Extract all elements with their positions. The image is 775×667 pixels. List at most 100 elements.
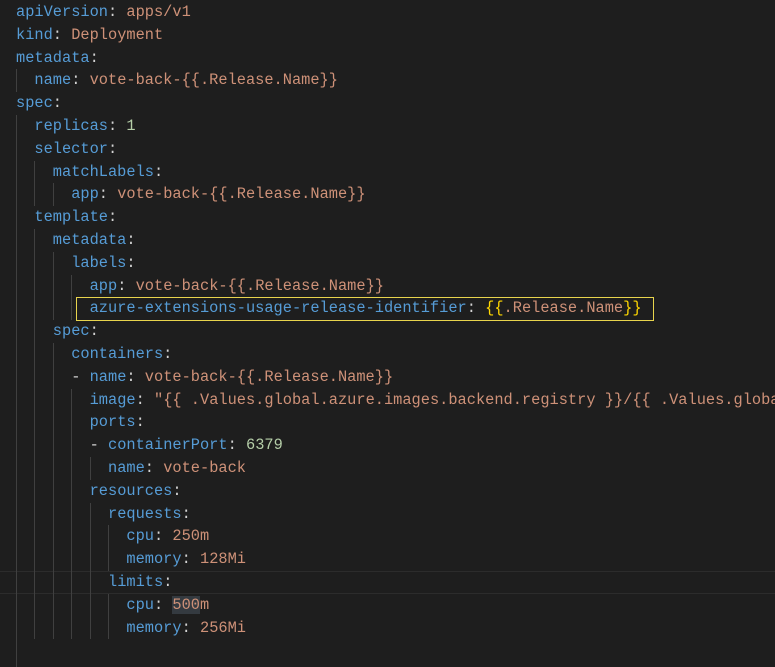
yaml-key: memory xyxy=(126,550,182,569)
indent-guide xyxy=(16,206,17,229)
colon: : xyxy=(107,139,118,158)
indent-guide xyxy=(34,479,36,503)
code-line[interactable]: cpu: 250m xyxy=(0,525,775,549)
code-line[interactable]: memory: 256Mi xyxy=(0,616,775,640)
colon: : xyxy=(181,504,191,523)
code-line[interactable]: name: vote-back-{{.Release.Name}} xyxy=(0,69,775,93)
yaml-key: spec xyxy=(52,322,90,341)
indent-guide xyxy=(34,616,36,640)
yaml-key: metadata xyxy=(16,48,90,67)
indent-guide xyxy=(16,639,17,663)
code-line[interactable]: cpu: 500m xyxy=(0,593,775,617)
yaml-key: resources xyxy=(89,481,173,500)
yaml-key: apiVersion xyxy=(16,3,108,21)
code-line[interactable]: app: vote-back-{{.Release.Name}} xyxy=(0,183,775,207)
yaml-value: "{{ .Values.global.azure.images.backend.… xyxy=(154,390,775,409)
code-line[interactable]: matchLabels: xyxy=(0,160,775,184)
colon: : xyxy=(154,595,164,614)
indent-guide xyxy=(71,388,73,412)
colon: : xyxy=(126,230,136,249)
code-line[interactable]: selector: xyxy=(0,137,775,161)
yaml-key: selector xyxy=(34,139,108,158)
code-line[interactable]: ports: xyxy=(0,411,775,435)
indent-guide xyxy=(16,365,17,389)
code-line[interactable]: resources: xyxy=(0,479,775,503)
indent-guide xyxy=(16,662,17,667)
indent-guide xyxy=(16,570,17,594)
indent-guide xyxy=(52,593,54,617)
indent-guide xyxy=(34,228,36,252)
indent-guide xyxy=(89,456,91,480)
indent-guide xyxy=(52,525,54,549)
colon: : xyxy=(163,572,173,591)
indent-guide xyxy=(34,183,36,207)
bracket-close: }} xyxy=(623,299,642,318)
yaml-key: limits xyxy=(108,572,164,591)
indent-guide xyxy=(16,183,17,207)
indent-guide xyxy=(16,342,17,366)
indent-guide xyxy=(71,616,73,640)
code-text: resources: xyxy=(90,480,182,503)
indent-guide xyxy=(89,593,91,617)
code-line[interactable]: - name: vote-back-{{.Release.Name}} xyxy=(0,365,775,389)
code-line[interactable]: metadata: xyxy=(0,228,775,252)
yaml-key: image xyxy=(89,390,136,409)
yaml-value: 250m xyxy=(172,527,210,546)
code-text: spec: xyxy=(16,92,62,115)
code-text: cpu: 500m xyxy=(126,594,209,617)
indent-guide xyxy=(52,456,54,480)
colon: : xyxy=(126,367,136,386)
colon: : xyxy=(163,344,173,363)
code-line[interactable] xyxy=(0,639,775,663)
colon: : xyxy=(89,48,99,67)
code-line[interactable]: containers: xyxy=(0,342,775,366)
indent-guide xyxy=(52,297,54,321)
code-text: ports: xyxy=(90,411,145,434)
indent-guide xyxy=(34,456,36,480)
yaml-code-editor[interactable]: apiVersion: apps/v1 kind: Deployment metad… xyxy=(0,1,775,667)
code-line[interactable]: image: "{{ .Values.global.azure.images.b… xyxy=(0,388,775,412)
code-text: app: vote-back-{{.Release.Name}} xyxy=(90,275,384,298)
indent-guide xyxy=(16,160,17,184)
indent-guide xyxy=(34,160,36,184)
indent-guide xyxy=(34,593,36,617)
yaml-key: containerPort xyxy=(108,436,228,455)
yaml-value: apps/v1 xyxy=(126,3,191,21)
yaml-key: template xyxy=(34,208,108,227)
code-line[interactable]: template: xyxy=(0,206,775,229)
code-line[interactable]: requests: xyxy=(0,502,775,526)
code-line[interactable]: limits: xyxy=(0,570,775,594)
code-line[interactable]: labels: xyxy=(0,251,775,275)
code-line[interactable]: spec: xyxy=(0,320,775,343)
indent-guide xyxy=(71,456,73,480)
code-line[interactable]: metadata: xyxy=(0,47,775,70)
yaml-key: cpu xyxy=(126,595,154,614)
yaml-value: vote-back-{{.Release.Name}} xyxy=(135,276,384,295)
code-text: memory: 256Mi xyxy=(126,617,246,640)
code-line[interactable]: - containerPort: 6379 xyxy=(0,434,775,457)
code-line[interactable]: spec: xyxy=(0,92,775,115)
code-text: spec: xyxy=(53,320,99,343)
colon: : xyxy=(172,481,182,500)
yaml-key: metadata xyxy=(52,230,127,249)
indent-guide xyxy=(52,183,54,207)
indent-guide xyxy=(34,251,36,275)
yaml-key: replicas xyxy=(34,116,108,135)
code-line[interactable]: memory: 128Mi xyxy=(0,548,775,571)
indent-guide xyxy=(16,502,17,526)
code-line[interactable] xyxy=(0,662,775,667)
indent-guide xyxy=(89,525,91,549)
yaml-value: vote-back-{{.Release.Name}} xyxy=(89,71,338,90)
indent-guide xyxy=(108,548,109,571)
code-line[interactable]: replicas: 1 xyxy=(0,114,775,138)
code-line[interactable]: name: vote-back xyxy=(0,456,775,480)
code-text: app: vote-back-{{.Release.Name}} xyxy=(71,183,365,206)
code-line[interactable]: azure-extensions-usage-release-identifie… xyxy=(0,297,775,321)
code-line[interactable]: app: vote-back-{{.Release.Name}} xyxy=(0,274,775,298)
code-line[interactable]: apiVersion: apps/v1 xyxy=(0,1,775,24)
yaml-key: ports xyxy=(89,413,136,432)
code-line[interactable]: kind: Deployment xyxy=(0,24,775,47)
